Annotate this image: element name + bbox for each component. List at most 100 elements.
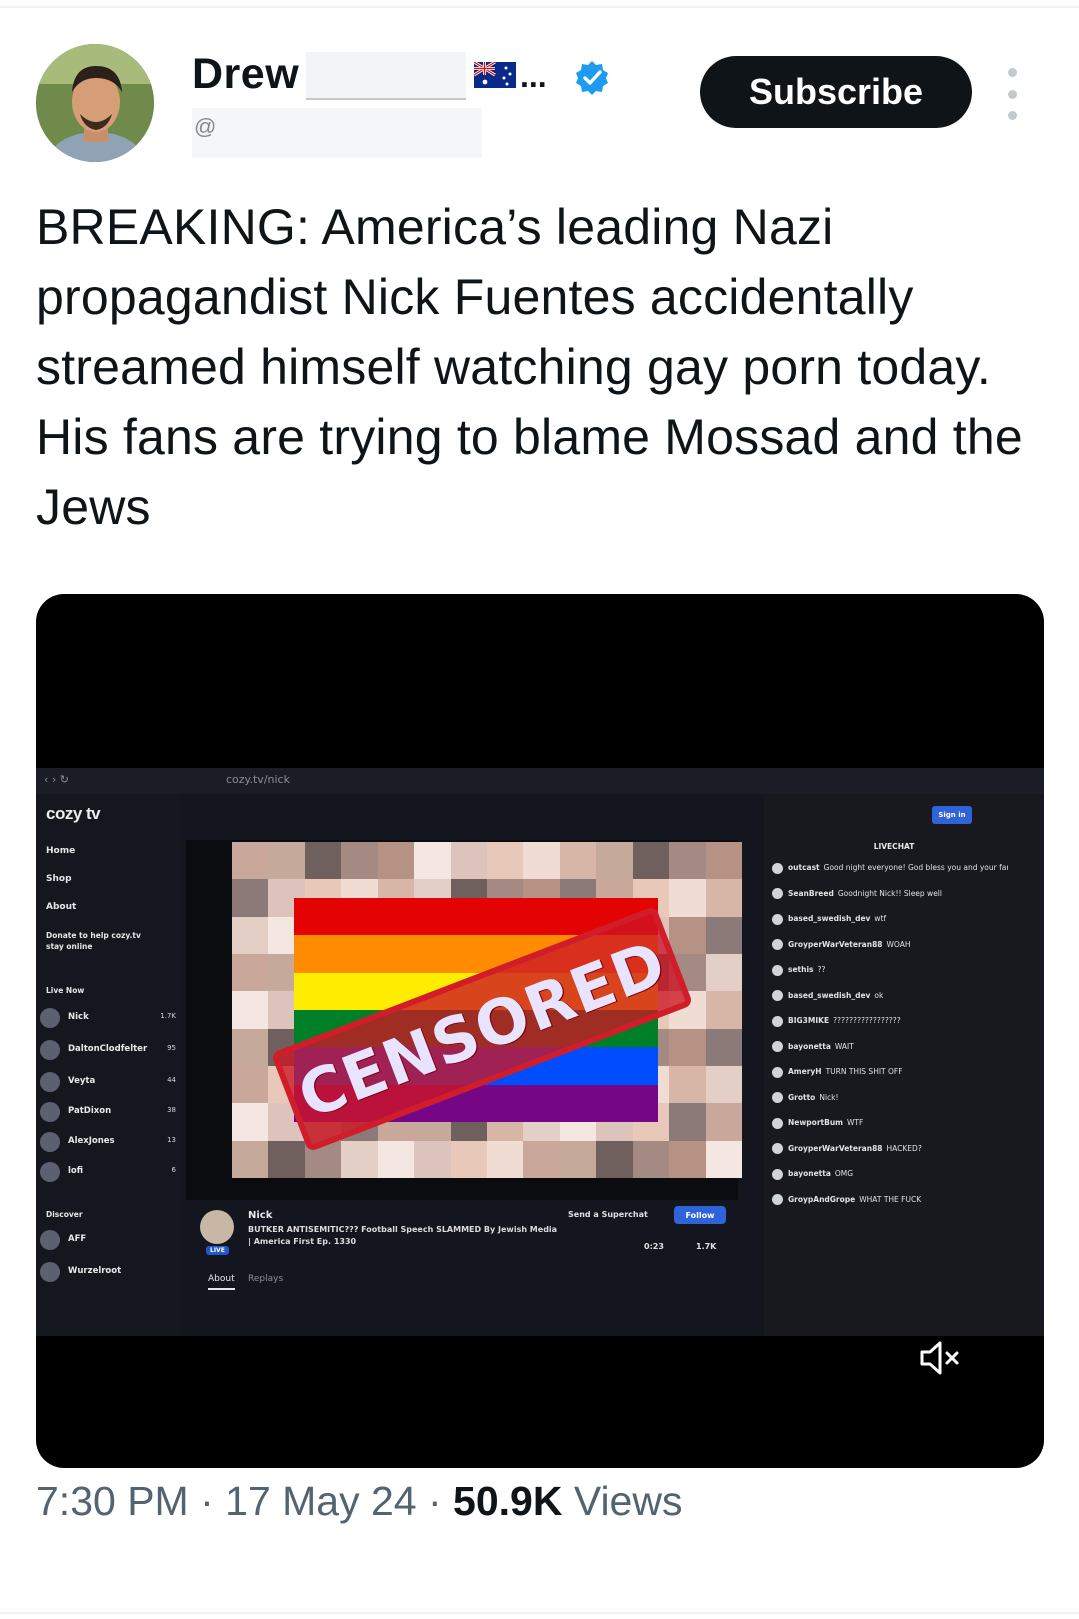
mosaic-tile	[705, 1103, 742, 1141]
nav-home: Home	[46, 846, 76, 856]
chat-message: BIG3MIKE?????????????????	[772, 1015, 1008, 1027]
follow-button: Follow	[674, 1206, 726, 1224]
chat-username: SeanBreed	[788, 888, 834, 898]
avatar[interactable]	[36, 44, 154, 162]
mosaic-tile	[632, 1140, 670, 1178]
mosaic-tile	[268, 842, 305, 880]
chat-user-avatar	[772, 1041, 783, 1052]
chat-message: outcast Good night everyone! God bless yo…	[772, 862, 1008, 874]
chat-username: GroyperWarVeteran88	[788, 1143, 883, 1153]
cozy-sidebar: cozy tv Home Shop About Donate to help c…	[36, 794, 181, 1336]
tweet-media-video[interactable]: ‹ › ↻ cozy.tv/nick cozy tv Home Shop Abo…	[36, 594, 1044, 1468]
chat-user-avatar	[772, 1143, 783, 1154]
chat-message: GroyperWarVeteran88 HACKED?	[772, 1143, 1008, 1154]
chat-text: ok	[874, 990, 884, 1000]
streamer-avatar	[200, 1210, 234, 1244]
mosaic-tile	[669, 916, 706, 954]
mosaic-tile	[232, 1028, 269, 1066]
chat-username: NewportBum	[788, 1118, 843, 1127]
mosaic-tile	[414, 842, 451, 880]
mosaic-tile	[705, 991, 742, 1029]
chat-message: Grotto Nick!	[772, 1092, 1008, 1103]
donate-link: Donate to help cozy.tv stay online	[46, 931, 141, 951]
views-count[interactable]: 50.9K	[453, 1478, 562, 1524]
streamer-name: Nick	[248, 1210, 273, 1221]
tweet-date[interactable]: 17 May 24	[225, 1478, 416, 1524]
mosaic-tile	[669, 879, 706, 917]
chat-text: WOAH	[886, 939, 911, 949]
mosaic-tile	[523, 1140, 560, 1178]
chat-user-avatar	[772, 990, 783, 1001]
chat-username: BIG3MIKE	[788, 1016, 830, 1025]
live-now-label: Live Now	[46, 986, 85, 995]
chat-user-avatar	[772, 862, 783, 874]
tab-about: About	[208, 1274, 235, 1290]
tweet-time[interactable]: 7:30 PM	[36, 1478, 189, 1524]
more-options-icon[interactable]	[1000, 68, 1024, 120]
chat-user-avatar	[772, 1194, 783, 1205]
mosaic-tile	[232, 991, 269, 1029]
mute-icon[interactable]	[916, 1338, 964, 1378]
chat-user-avatar	[772, 1117, 783, 1129]
mosaic-tile	[304, 842, 342, 880]
mosaic-tile	[450, 1140, 487, 1178]
chat-username: GroyperWarVeteran88	[788, 939, 883, 949]
chat-user-avatar	[772, 1092, 783, 1103]
chat-message: GroypAndGrope WHAT THE FUCK	[772, 1194, 1008, 1205]
chat-message: sethis??	[772, 964, 1008, 976]
chat-text: HACKED?	[886, 1143, 922, 1153]
subscribe-button[interactable]: Subscribe	[700, 56, 972, 128]
mosaic-tile	[232, 842, 269, 880]
chat-message: bayonetta OMG	[772, 1168, 1008, 1180]
nav-about: About	[46, 902, 77, 912]
channel-item: AFF	[40, 1228, 180, 1254]
channel-item: PatDixon 38	[40, 1100, 180, 1126]
bottom-divider	[0, 1612, 1079, 1614]
australia-flag-icon	[474, 62, 516, 88]
mosaic-tile	[669, 842, 706, 880]
stream-info: LIVE Nick BUTKER ANTISEMITIC??? Football…	[186, 1204, 776, 1294]
mosaic-tile	[705, 1065, 742, 1104]
mosaic-tile	[341, 842, 378, 880]
mosaic-tile	[377, 1140, 415, 1178]
mosaic-tile	[232, 1140, 269, 1178]
chat-text: TURN THIS SHIT OFF	[825, 1067, 903, 1076]
avatar-photo	[36, 44, 154, 162]
chat-user-avatar	[772, 888, 783, 899]
sign-in-button: Sign in	[932, 806, 972, 824]
channel-item: Nick 1.7K	[40, 1006, 180, 1032]
mosaic-tile	[450, 842, 487, 880]
top-divider	[0, 6, 1079, 8]
mosaic-tile	[414, 1140, 451, 1178]
name-truncation: ...	[520, 58, 547, 94]
chat-user-avatar	[772, 1015, 783, 1027]
channel-item: Veyta 44	[40, 1070, 180, 1096]
chat-text: Goodnight Nick!! Sleep well	[837, 888, 942, 898]
redacted-name	[306, 52, 466, 100]
mosaic-tile	[632, 842, 670, 880]
mosaic-tile	[232, 1103, 269, 1141]
chat-username: outcast	[788, 863, 820, 872]
mosaic-tile	[596, 842, 633, 880]
chat-username: GroypAndGrope	[788, 1194, 856, 1204]
stream-title: BUTKER ANTISEMITIC??? Football Speech SL…	[248, 1225, 558, 1246]
mosaic-tile	[268, 1140, 305, 1178]
chat-username: based_swedish_dev	[788, 990, 871, 1000]
author-handle: @	[194, 114, 217, 139]
chat-text: Good night everyone! God bless you and y…	[823, 863, 1008, 872]
mosaic-tile	[705, 1140, 742, 1178]
mosaic-tile	[232, 916, 269, 954]
mosaic-tile	[377, 842, 415, 880]
chat-message: based_swedish_dev wtf	[772, 913, 1008, 925]
mosaic-tile	[486, 1140, 524, 1178]
author-name[interactable]: Drew	[192, 50, 299, 99]
chat-text: OMG	[834, 1169, 854, 1178]
tweet-meta: 7:30 PM · 17 May 24 · 50.9K Views	[36, 1478, 682, 1525]
stream-viewers: 1.7K	[696, 1242, 717, 1251]
browser-url: cozy.tv/nick	[226, 773, 290, 786]
chat-text: WTF	[846, 1118, 864, 1127]
chat-username: bayonetta	[788, 1041, 831, 1051]
mosaic-tile	[232, 879, 269, 917]
mosaic-tile	[559, 842, 597, 880]
channel-item: Wurzelroot	[40, 1260, 180, 1286]
